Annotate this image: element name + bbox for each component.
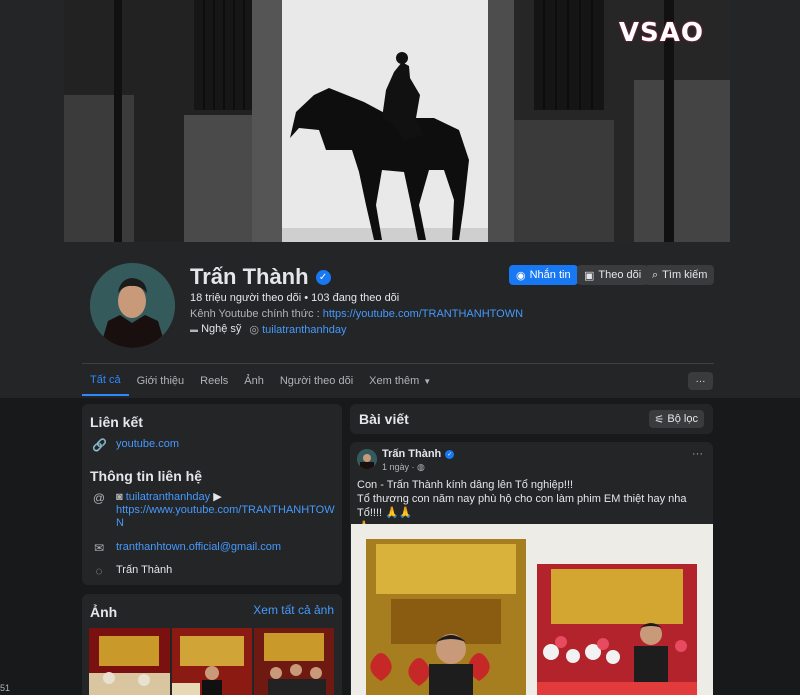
photo-thumbnail[interactable] — [172, 628, 252, 695]
search-icon: ⌕ — [652, 268, 659, 281]
verified-badge-icon: ✓ — [445, 449, 455, 459]
email-row: ✉ tranthanhtown.official@gmail.com — [92, 541, 281, 555]
message-button[interactable]: ◉ Nhắn tin — [509, 265, 578, 285]
instagram-line: ◙ tuilatranthanhday ▶ — [116, 491, 335, 504]
filter-button-label: Bộ lọc — [667, 413, 698, 425]
photo-thumbnail[interactable] — [89, 628, 170, 695]
profile-name: Trấn Thành ✓ — [190, 264, 331, 290]
instagram-small-icon: ◎ — [249, 324, 260, 336]
follow-button-label: Theo dõi — [598, 269, 642, 281]
bio-link[interactable]: https://youtube.com/TRANTHANHTOWN — [323, 308, 523, 320]
watermark-logo: VSAO — [618, 18, 704, 48]
post-image[interactable] — [537, 564, 697, 695]
link-icon: 🔗 — [92, 438, 107, 452]
youtube-link-row[interactable]: 🔗 youtube.com — [92, 438, 179, 452]
instagram-link[interactable]: tuilatranthanhday — [126, 491, 210, 503]
youtube-url-line1[interactable]: https://www.youtube.com/TRANTHANHTOW — [116, 504, 335, 517]
profile-tabs: Tất cả Giới thiệu Reels Ảnh Người theo d… — [82, 366, 439, 396]
message-button-label: Nhắn tin — [529, 269, 571, 281]
cover-photo[interactable]: VSAO — [64, 0, 730, 242]
chevron-down-icon: ▼ — [423, 376, 432, 386]
profile-avatar[interactable] — [87, 260, 178, 351]
messenger-icon: ◌ — [95, 564, 103, 578]
instagram-handle-link[interactable]: tuilatranthanhday — [262, 324, 346, 336]
filter-button[interactable]: ⚟ Bộ lọc — [648, 410, 704, 428]
links-title: Liên kết — [90, 414, 143, 430]
instagram-tag: ◎ tuilatranthanhday — [249, 323, 346, 336]
tab-photos[interactable]: Ảnh — [236, 366, 272, 396]
facebook-profile-page: VSAO Trấn Thành ✓ 18 triệu người theo dõ… — [0, 0, 800, 695]
profile-tags: ▬ Nghệ sỹ ◎ tuilatranthanhday — [190, 323, 347, 336]
messenger-name[interactable]: Trấn Thành — [116, 564, 172, 576]
filter-icon: ⚟ — [654, 413, 665, 426]
youtube-url-line2[interactable]: N — [116, 517, 335, 530]
category-tag: ▬ Nghệ sỹ — [190, 323, 241, 336]
post-time-text: 1 ngày · — [382, 462, 418, 472]
instagram-row: @ ◙ tuilatranthanhday ▶ https://www.yout… — [92, 491, 335, 530]
edge-fragment-text: 51 — [0, 683, 11, 693]
youtube-icon: ▶ — [213, 491, 222, 503]
intro-card: Liên kết 🔗 youtube.com Thông tin liên hệ… — [82, 404, 342, 585]
tab-followers[interactable]: Người theo dõi — [272, 366, 361, 396]
post-options-button[interactable]: ··· — [692, 448, 703, 460]
search-button-label: Tìm kiếm — [662, 269, 708, 281]
post-text-line: Tổ thương con năm nay phù hộ cho con làm… — [357, 493, 687, 519]
profile-name-text: Trấn Thành — [190, 264, 309, 289]
posts-title: Bài viết — [359, 411, 409, 427]
youtube-link[interactable]: youtube.com — [116, 438, 179, 450]
verified-badge-icon: ✓ — [315, 269, 331, 285]
mail-icon: ✉ — [93, 541, 105, 555]
post-author-line: Trấn Thành ✓ — [382, 448, 455, 460]
post-author-avatar[interactable] — [357, 449, 377, 469]
email-link[interactable]: tranthanhtown.official@gmail.com — [116, 541, 281, 553]
post-author-name[interactable]: Trấn Thành — [382, 448, 441, 460]
search-button[interactable]: ⌕ Tìm kiếm — [645, 265, 715, 285]
post-timestamp[interactable]: 1 ngày · ◍ — [382, 462, 425, 473]
photo-thumbnail[interactable] — [254, 628, 334, 695]
see-all-photos-link[interactable]: Xem tất cả ảnh — [253, 603, 334, 617]
tab-about[interactable]: Giới thiệu — [129, 366, 193, 396]
instagram-square-icon: ◙ — [116, 491, 123, 503]
tab-see-more[interactable]: Xem thêm ▼ — [361, 366, 439, 396]
category-icon: ▬ — [190, 325, 198, 334]
bio-text: Kênh Youtube chính thức : — [190, 308, 323, 320]
post-image[interactable] — [366, 539, 526, 695]
photos-title: Ảnh — [90, 604, 118, 620]
globe-icon: ◍ — [417, 462, 425, 472]
instagram-icon: @ — [92, 491, 106, 505]
follow-icon: ▣ — [584, 269, 595, 282]
tab-all[interactable]: Tất cả — [82, 366, 129, 396]
more-options-button[interactable]: ··· — [688, 372, 713, 390]
follow-button[interactable]: ▣ Theo dõi — [577, 265, 649, 285]
instagram-block: ◙ tuilatranthanhday ▶ https://www.youtub… — [116, 491, 335, 530]
category-label: Nghệ sỹ — [201, 323, 242, 335]
messenger-icon: ◉ — [516, 269, 526, 282]
tab-reels[interactable]: Reels — [192, 366, 236, 396]
messenger-row: ◌ Trấn Thành — [92, 564, 172, 578]
posts-header-card: Bài viết ⚟ Bộ lọc — [350, 404, 713, 434]
profile-bio: Kênh Youtube chính thức : https://youtub… — [190, 308, 523, 320]
header-divider — [82, 363, 714, 364]
post-text-line: Con - Trấn Thành kính dâng lên Tổ nghiệp… — [357, 479, 574, 491]
post-image-gallery — [351, 524, 713, 695]
contact-title: Thông tin liên hệ — [90, 468, 202, 484]
tab-see-more-label: Xem thêm — [369, 375, 420, 387]
follower-stats[interactable]: 18 triệu người theo dõi • 103 đang theo … — [190, 292, 399, 304]
